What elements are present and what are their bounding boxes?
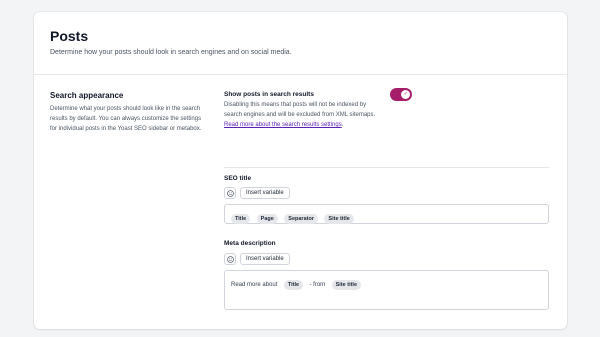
- section-title: Search appearance: [50, 91, 124, 100]
- meta-description-label: Meta description: [224, 240, 276, 247]
- seo-title-label: SEO title: [224, 175, 252, 182]
- card-header: Posts Determine how your posts should lo…: [34, 12, 567, 75]
- page-title: Posts: [50, 28, 89, 44]
- settings-card: Posts Determine how your posts should lo…: [34, 12, 567, 329]
- meta-description-insert-variable-button[interactable]: Insert variable: [240, 253, 290, 265]
- meta-description-content: Read more about Title - from Site title: [231, 276, 363, 294]
- meta-description-prefix: Read more about: [231, 281, 278, 288]
- pill-site-title: Site title: [331, 279, 362, 290]
- toggle-description-text: Disabling this means that posts will not…: [224, 102, 376, 118]
- emoji-smile-icon: [227, 190, 234, 197]
- meta-description-emoji-button[interactable]: [224, 253, 236, 265]
- seo-title-input[interactable]: Title Page Separator Site title: [224, 204, 549, 224]
- divider: [224, 167, 549, 168]
- pill-site-title: Site title: [324, 213, 354, 224]
- pill-title: Title: [283, 279, 304, 290]
- show-in-search-toggle[interactable]: ✓: [390, 88, 412, 101]
- toggle-label: Show posts in search results: [224, 91, 314, 98]
- check-icon: ✓: [403, 91, 408, 97]
- pill-page: Page: [256, 213, 278, 224]
- toggle-description-period: .: [341, 122, 344, 128]
- meta-description-middle: - from: [309, 281, 326, 288]
- meta-description-input[interactable]: Read more about Title - from Site title: [224, 270, 549, 310]
- page-description: Determine how your posts should look in …: [50, 49, 292, 56]
- emoji-smile-icon: [227, 256, 234, 263]
- seo-title-insert-variable-button[interactable]: Insert variable: [240, 187, 290, 199]
- seo-title-emoji-button[interactable]: [224, 187, 236, 199]
- pill-separator: Separator: [284, 213, 318, 224]
- seo-title-pills: Title Page Separator Site title: [231, 210, 356, 228]
- toggle-description: Disabling this means that posts will not…: [224, 100, 384, 130]
- search-results-settings-link[interactable]: Read more about the search results setti…: [224, 122, 342, 128]
- section-description: Determine what your posts should look li…: [50, 106, 202, 132]
- pill-title: Title: [231, 213, 251, 224]
